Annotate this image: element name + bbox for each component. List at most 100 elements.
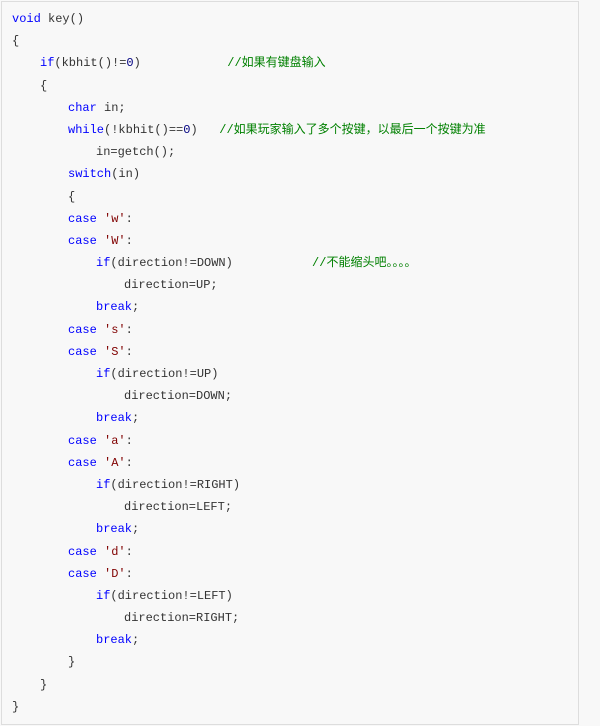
code-line: void key() — [12, 8, 568, 30]
code-text: } — [12, 700, 19, 714]
code-line: direction=DOWN; — [12, 385, 568, 407]
code-line: { — [12, 186, 568, 208]
keyword: switch — [68, 167, 111, 181]
code-text — [97, 234, 104, 248]
number: 0 — [126, 56, 133, 70]
code-text — [97, 434, 104, 448]
code-text — [97, 323, 104, 337]
code-text: ; — [132, 300, 139, 314]
code-text — [97, 567, 104, 581]
code-text: : — [126, 545, 133, 559]
code-text: : — [126, 323, 133, 337]
code-text — [97, 212, 104, 226]
code-line: while(!kbhit()==0) //如果玩家输入了多个按键，以最后一个按键… — [12, 119, 568, 141]
code-line: if(direction!=RIGHT) — [12, 474, 568, 496]
code-text: direction=RIGHT; — [124, 611, 239, 625]
code-block: void key() { if(kbhit()!=0) //如果有键盘输入 { … — [1, 1, 579, 725]
string: 'A' — [104, 456, 126, 470]
keyword: case — [68, 567, 97, 581]
code-text: (direction!=RIGHT) — [110, 478, 240, 492]
code-line: break; — [12, 407, 568, 429]
keyword: break — [96, 633, 132, 647]
code-text: (direction!=LEFT) — [110, 589, 232, 603]
code-line: } — [12, 696, 568, 718]
keyword: case — [68, 212, 97, 226]
keyword: while — [68, 123, 104, 137]
code-text: ) — [134, 56, 228, 70]
code-line: if(kbhit()!=0) //如果有键盘输入 — [12, 52, 568, 74]
keyword: case — [68, 234, 97, 248]
code-line: direction=RIGHT; — [12, 607, 568, 629]
code-text: (direction!=UP) — [110, 367, 218, 381]
code-text: { — [68, 190, 75, 204]
string: 's' — [104, 323, 126, 337]
keyword: case — [68, 456, 97, 470]
keyword: if — [96, 478, 110, 492]
code-line: if(direction!=DOWN) //不能缩头吧。。。。 — [12, 252, 568, 274]
keyword: if — [96, 256, 110, 270]
keyword: break — [96, 411, 132, 425]
code-text: : — [126, 212, 133, 226]
keyword: break — [96, 522, 132, 536]
string: 'D' — [104, 567, 126, 581]
code-text: in=getch(); — [96, 145, 175, 159]
code-line: } — [12, 674, 568, 696]
keyword: char — [68, 101, 97, 115]
code-line: { — [12, 30, 568, 52]
code-text: : — [126, 456, 133, 470]
code-line: case 'a': — [12, 430, 568, 452]
string: 'w' — [104, 212, 126, 226]
code-text: direction=UP; — [124, 278, 218, 292]
code-line: break; — [12, 629, 568, 651]
code-text: { — [12, 34, 19, 48]
code-text: ; — [132, 411, 139, 425]
code-line: } — [12, 651, 568, 673]
keyword: if — [40, 56, 54, 70]
code-text — [97, 456, 104, 470]
code-text: : — [126, 434, 133, 448]
code-text: } — [40, 678, 47, 692]
code-line: direction=UP; — [12, 274, 568, 296]
comment: //如果玩家输入了多个按键，以最后一个按键为准 — [219, 123, 485, 137]
code-text: ) — [190, 123, 219, 137]
string: 'S' — [104, 345, 126, 359]
code-text: ; — [132, 522, 139, 536]
code-line: switch(in) — [12, 163, 568, 185]
code-text: in; — [97, 101, 126, 115]
code-line: if(direction!=UP) — [12, 363, 568, 385]
code-text: (direction!=DOWN) — [110, 256, 312, 270]
keyword: if — [96, 589, 110, 603]
code-text — [97, 545, 104, 559]
keyword: case — [68, 345, 97, 359]
code-text: key() — [41, 12, 84, 26]
code-line: { — [12, 75, 568, 97]
code-line: break; — [12, 296, 568, 318]
code-line: case 'A': — [12, 452, 568, 474]
code-line: case 'S': — [12, 341, 568, 363]
keyword: break — [96, 300, 132, 314]
code-line: break; — [12, 518, 568, 540]
keyword: case — [68, 434, 97, 448]
code-line: case 's': — [12, 319, 568, 341]
code-text: : — [126, 234, 133, 248]
code-line: case 'D': — [12, 563, 568, 585]
code-line: case 'd': — [12, 541, 568, 563]
code-text: (!kbhit()== — [104, 123, 183, 137]
code-line: case 'W': — [12, 230, 568, 252]
code-text: direction=DOWN; — [124, 389, 232, 403]
code-line: case 'w': — [12, 208, 568, 230]
code-text: ; — [132, 633, 139, 647]
string: 'a' — [104, 434, 126, 448]
code-text: : — [126, 345, 133, 359]
code-text: } — [68, 655, 75, 669]
string: 'd' — [104, 545, 126, 559]
code-line: in=getch(); — [12, 141, 568, 163]
code-text: : — [126, 567, 133, 581]
comment: //不能缩头吧。。。。 — [312, 256, 416, 270]
keyword: case — [68, 545, 97, 559]
code-text: (in) — [111, 167, 140, 181]
keyword: if — [96, 367, 110, 381]
code-text — [97, 345, 104, 359]
code-line: if(direction!=LEFT) — [12, 585, 568, 607]
comment: //如果有键盘输入 — [227, 56, 325, 70]
